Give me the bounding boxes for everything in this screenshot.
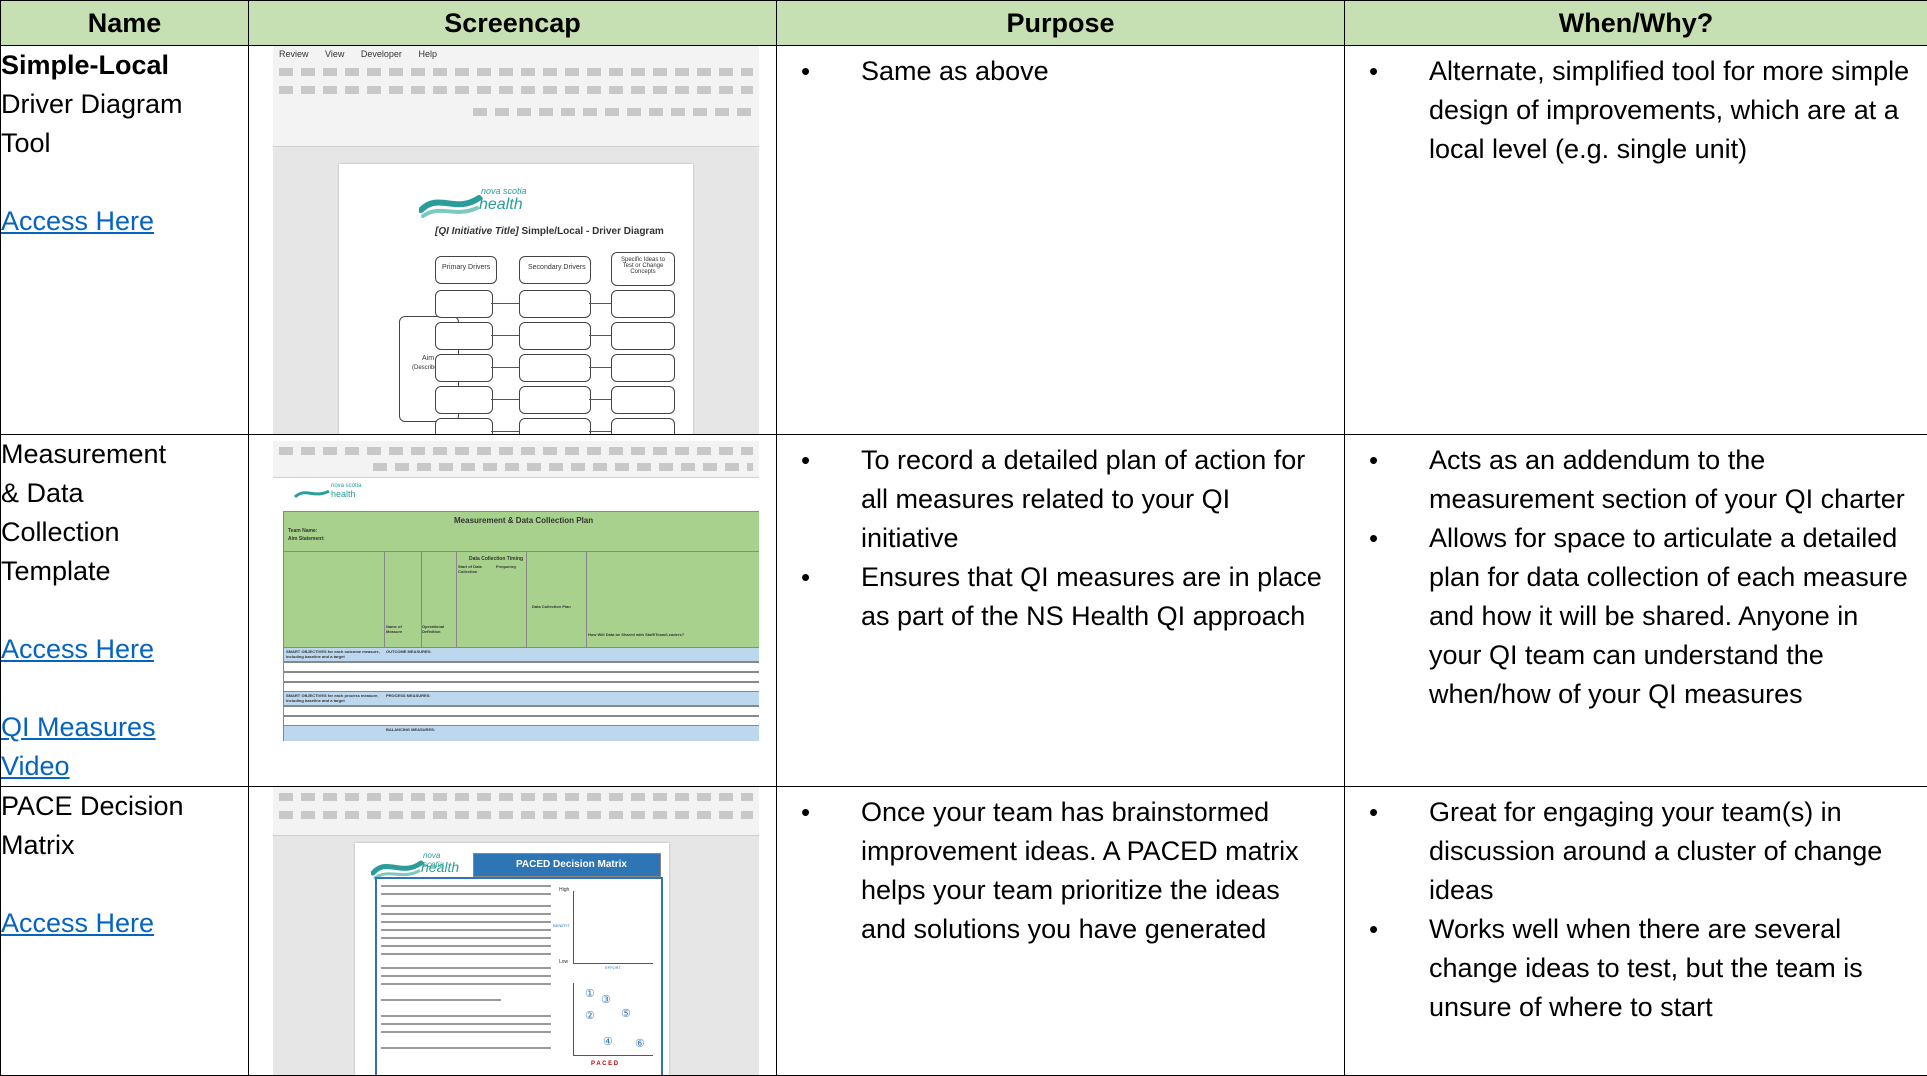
screencap-cell: nova scotia health Measurement & Data Co… — [249, 435, 777, 787]
purpose-cell: To record a detailed plan of action for … — [777, 435, 1345, 787]
paced-title-bar: PACED Decision Matrix — [473, 853, 661, 877]
tool-name-line: Collection — [1, 513, 248, 552]
nova-scotia-health-logo: nova scotia health — [293, 483, 363, 508]
header-when-why: When/Why? — [1345, 1, 1927, 46]
purpose-bullet: Same as above — [801, 52, 1330, 91]
name-cell: Simple-Local Driver Diagram Tool Access … — [1, 46, 249, 435]
purpose-cell: Same as above — [777, 46, 1345, 435]
tool-name-line: Driver Diagram — [1, 85, 248, 124]
document-page: nova scotia health PACED Decision Matrix — [355, 843, 669, 1075]
tool-name-line: Tool — [1, 124, 248, 163]
access-here-link[interactable]: Access Here — [1, 630, 248, 669]
table-row: Simple-Local Driver Diagram Tool Access … — [1, 46, 1927, 435]
header-screencap: Screencap — [249, 1, 777, 46]
tool-name-line: PACE Decision — [1, 787, 248, 826]
access-here-link[interactable]: Access Here — [1, 904, 248, 943]
paced-matrix-screenshot: nova scotia health PACED Decision Matrix — [273, 787, 759, 1075]
purpose-bullet: To record a detailed plan of action for … — [801, 441, 1330, 558]
measurement-template-screenshot: nova scotia health Measurement & Data Co… — [273, 441, 759, 741]
primary-drivers-box: Primary Drivers — [435, 256, 497, 284]
secondary-drivers-box: Secondary Drivers — [519, 256, 591, 284]
paced-matrix-chart: High Low EFFORT BENEFIT ① ③ ⑤ ② — [559, 887, 655, 1075]
nova-scotia-health-logo: nova scotia health — [419, 184, 529, 225]
when-why-cell: Alternate, simplified tool for more simp… — [1345, 46, 1927, 435]
when-why-bullet: Acts as an addendum to the measurement s… — [1369, 441, 1913, 519]
tool-name-bold: Simple-Local — [1, 50, 169, 80]
purpose-cell: Once your team has brainstormed improvem… — [777, 787, 1345, 1076]
header-row: Name Screencap Purpose When/Why? — [1, 1, 1927, 46]
name-cell: PACE Decision Matrix Access Here — [1, 787, 249, 1076]
column-header-band: Data Collection Timing Start of Data Col… — [283, 551, 759, 649]
when-why-bullet: Allows for space to articulate a detaile… — [1369, 519, 1913, 714]
doc-title: [QI Initiative Title] Simple/Local - Dri… — [435, 226, 664, 237]
name-cell: Measurement & Data Collection Template A… — [1, 435, 249, 787]
header-purpose: Purpose — [777, 1, 1345, 46]
when-why-cell: Acts as an addendum to the measurement s… — [1345, 435, 1927, 787]
when-why-bullet: Alternate, simplified tool for more simp… — [1369, 52, 1913, 169]
tools-table: Name Screencap Purpose When/Why? Simple-… — [0, 0, 1927, 1076]
screencap-cell: Review View Developer Help — [249, 46, 777, 435]
purpose-bullet: Ensures that QI measures are in place as… — [801, 558, 1330, 636]
when-why-cell: Great for engaging your team(s) in discu… — [1345, 787, 1927, 1076]
header-name: Name — [1, 1, 249, 46]
plan-title-band: Measurement & Data Collection Plan Team … — [283, 511, 759, 553]
driver-diagram-screenshot: Review View Developer Help — [273, 46, 759, 434]
table-row: PACE Decision Matrix Access Here — [1, 787, 1927, 1076]
screencap-cell: nova scotia health PACED Decision Matrix — [249, 787, 777, 1076]
tool-name-line: Template — [1, 552, 248, 591]
qi-measures-video-link[interactable]: QI MeasuresVideo — [1, 708, 248, 786]
document-page: nova scotia health [QI Initiative Title]… — [339, 164, 693, 434]
table-row: Measurement & Data Collection Template A… — [1, 435, 1927, 787]
tool-name-line: & Data — [1, 474, 248, 513]
tool-name-line: Matrix — [1, 826, 248, 865]
access-here-link[interactable]: Access Here — [1, 202, 248, 241]
change-ideas-box: Specific Ideas to Test or Change Concept… — [611, 252, 675, 286]
when-why-bullet: Works well when there are several change… — [1369, 910, 1913, 1027]
tool-name-line: Measurement — [1, 435, 248, 474]
when-why-bullet: Great for engaging your team(s) in discu… — [1369, 793, 1913, 910]
balancing-measures-band: BALANCING MEASURES: — [283, 725, 759, 741]
purpose-bullet: Once your team has brainstormed improvem… — [801, 793, 1330, 949]
